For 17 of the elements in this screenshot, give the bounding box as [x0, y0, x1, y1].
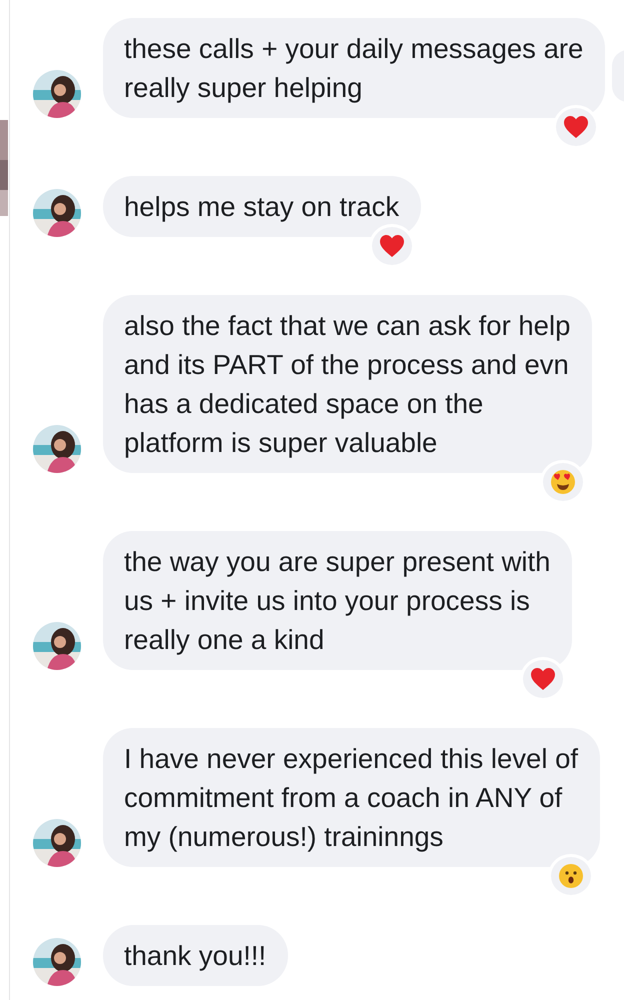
- avatar: [33, 819, 81, 867]
- message-text: I have never experienced this level of commitment from a coach in ANY of my (numerous!) traininngs: [124, 743, 578, 852]
- heart-icon: [379, 234, 406, 258]
- message-text: thank you!!!: [124, 940, 266, 971]
- message-text: also the fact that we can ask for help and its PART of the process and evn has a dedicated space on the platform is super valuable: [124, 310, 570, 458]
- heart-icon: [563, 115, 590, 139]
- avatar: [33, 938, 81, 986]
- avatar: [33, 622, 81, 670]
- message-text: helps me stay on track: [124, 191, 400, 222]
- heart-icon: [530, 667, 556, 691]
- message-text: these calls + your daily messages are really super helping: [124, 33, 584, 103]
- avatar: [33, 189, 81, 237]
- surprised-face-icon: [558, 863, 584, 889]
- heart-eyes-icon: [550, 469, 576, 495]
- message-text: the way you are super present with us + invite us into your process is really one a kind: [124, 546, 550, 655]
- avatar: [33, 425, 81, 473]
- avatar: [33, 70, 81, 118]
